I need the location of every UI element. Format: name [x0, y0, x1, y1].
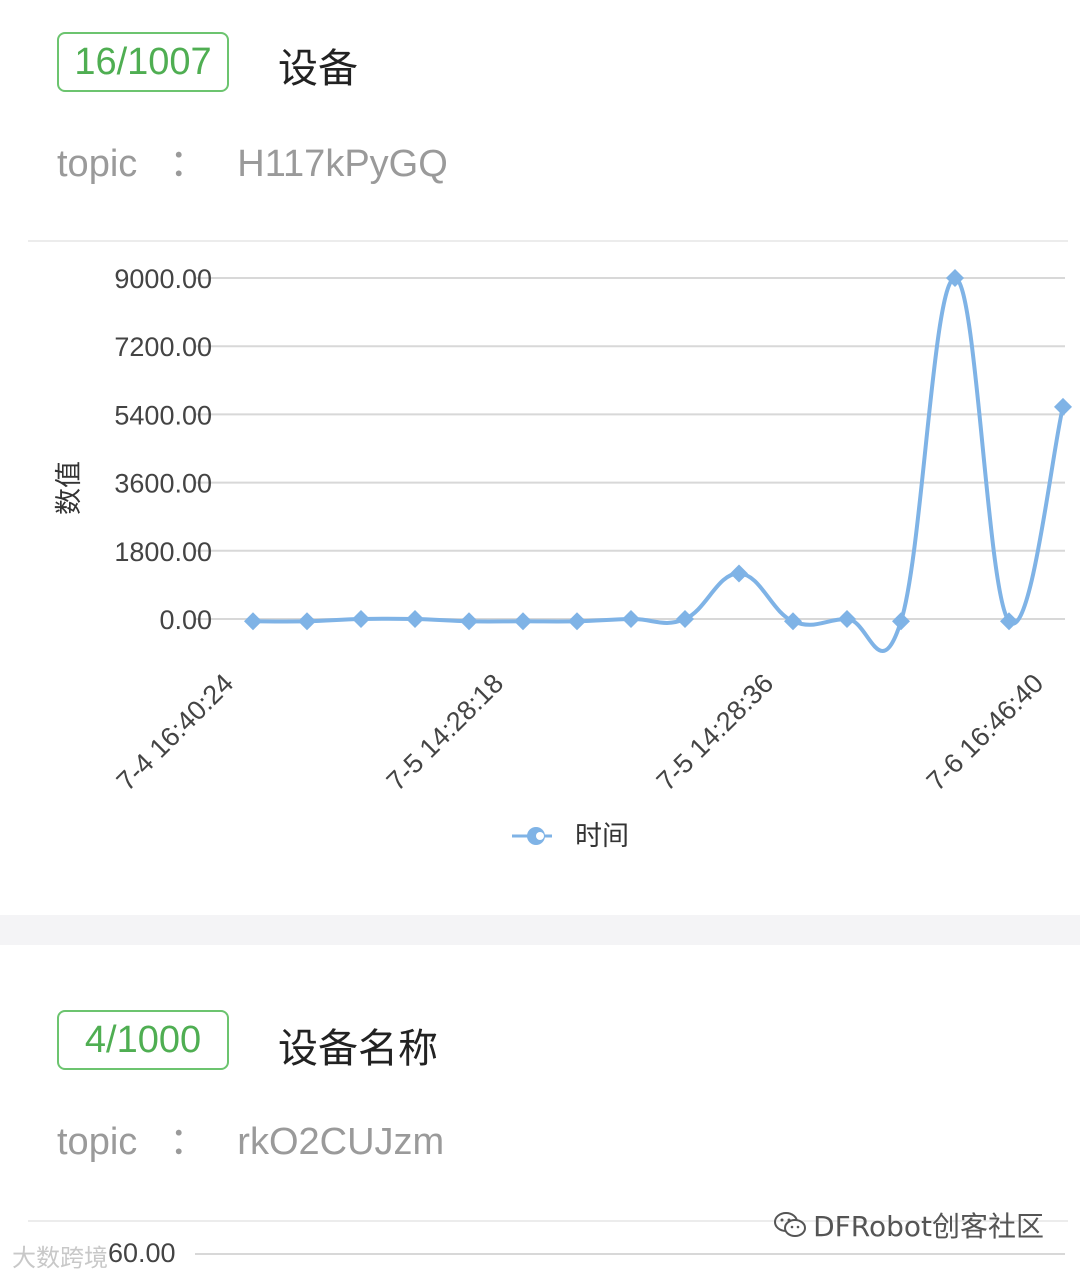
topic-colon: ：	[169, 1121, 208, 1163]
device-count-badge: 4/1000	[57, 1010, 229, 1070]
topic-colon: ：	[169, 143, 208, 185]
chart-gridline	[195, 1253, 1065, 1255]
x-tick-label: 7-4 16:40:24	[111, 668, 239, 796]
device-name: 设备	[278, 46, 358, 92]
data-point-marker[interactable]	[460, 612, 478, 631]
y-tick-label: 0.00	[159, 605, 212, 635]
x-tick-label: 7-5 14:28:36	[651, 668, 779, 796]
y-axis-ticks: 9000.00 7200.00 5400.00 3600.00 1800.00 0.00	[114, 264, 212, 635]
topic-label: topic	[57, 143, 138, 185]
y-tick-label: 1800.00	[114, 537, 212, 567]
data-point-marker[interactable]	[352, 610, 370, 628]
line-chart: 9000.007200.005400.003600.001800.000.00 …	[54, 264, 1072, 852]
y-tick-label: 9000.00	[114, 264, 212, 294]
legend-label: 时间	[575, 821, 629, 852]
wechat-icon	[774, 1212, 807, 1237]
data-point-marker[interactable]	[514, 612, 532, 631]
data-point-marker[interactable]	[838, 610, 856, 628]
topic-value: H117kPyGQ	[237, 143, 448, 185]
y-axis-label: 数值	[54, 461, 85, 515]
x-tick-label: 7-5 14:28:18	[381, 668, 509, 796]
watermark-text: DFRobot创客社区	[813, 1210, 1044, 1243]
data-point-marker[interactable]	[298, 612, 316, 631]
data-point-marker[interactable]	[1054, 397, 1072, 416]
topic-row: topic ： rkO2CUJzm	[57, 1110, 444, 1165]
chart-gridlines	[196, 277, 1065, 620]
topic-value: rkO2CUJzm	[237, 1121, 445, 1163]
data-point-marker[interactable]	[568, 612, 586, 631]
data-point-marker[interactable]	[730, 564, 748, 583]
y-tick-label: 60.00	[108, 1238, 176, 1268]
y-tick-label: 5400.00	[114, 400, 212, 430]
topic-row: topic ： H117kPyGQ	[57, 132, 448, 187]
legend-marker-hole	[536, 832, 544, 840]
device-name: 设备名称	[278, 1026, 438, 1072]
data-point-marker[interactable]	[892, 612, 910, 631]
device-card-1: 16/1007 设备 topic ： H117kPyGQ 9000.00 7200.0…	[0, 0, 1080, 915]
data-point-marker[interactable]	[784, 612, 802, 631]
card-separator	[0, 915, 1080, 945]
x-axis-ticks: 7-4 16:40:24 7-5 14:28:18 7-5 14:28:36 7-6 …	[111, 668, 1049, 796]
data-point-marker[interactable]	[676, 610, 694, 628]
device-count-badge: 16/1007	[57, 32, 229, 92]
x-tick-label: 7-6 16:46:40	[921, 668, 1049, 796]
watermark-right: DFRobot创客社区	[773, 1205, 1044, 1245]
watermark-left: 大数跨境	[12, 1244, 108, 1272]
data-point-marker[interactable]	[622, 610, 640, 628]
y-tick-label: 3600.00	[114, 469, 212, 499]
series-markers	[244, 269, 1072, 631]
series-line	[252, 275, 1065, 653]
chart-legend[interactable]: 时间	[512, 821, 629, 852]
data-point-marker[interactable]	[244, 612, 262, 631]
y-tick-label: 7200.00	[114, 332, 212, 362]
data-point-marker[interactable]	[1000, 612, 1018, 631]
divider	[28, 240, 1068, 242]
topic-label: topic	[57, 1121, 138, 1163]
data-point-marker[interactable]	[406, 610, 424, 628]
